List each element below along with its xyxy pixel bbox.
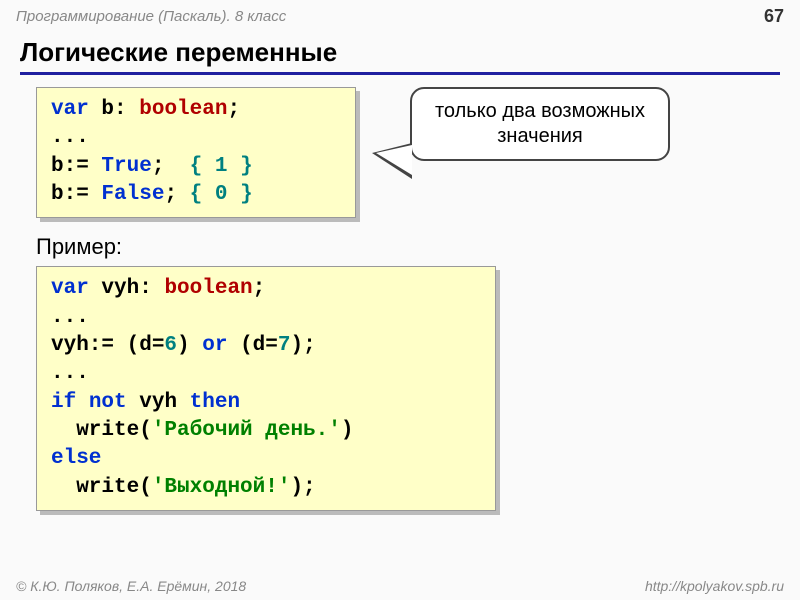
code-text: ) — [341, 419, 354, 442]
course-label: Программирование (Паскаль). 8 класс — [16, 8, 286, 25]
code-text: vyh:= (d= — [51, 334, 164, 357]
code-text: write( — [51, 476, 152, 499]
code-text: ; — [164, 183, 189, 206]
code-text: b: — [89, 98, 139, 121]
keyword-boolean: boolean — [164, 277, 252, 300]
code-text: ; — [152, 155, 190, 178]
keyword-then: then — [190, 391, 240, 414]
code-block-2: var vyh: boolean; ... vyh:= (d=6) or (d=… — [36, 266, 496, 511]
code-text: b:= — [51, 155, 101, 178]
example-label: Пример: — [36, 234, 772, 260]
code-text: ); — [291, 334, 316, 357]
keyword-var: var — [51, 277, 89, 300]
code-text: ) — [177, 334, 202, 357]
code-text: vyh: — [89, 277, 165, 300]
keyword-boolean: boolean — [139, 98, 227, 121]
slide-header: Программирование (Паскаль). 8 класс 67 — [0, 0, 800, 29]
string-literal: 'Выходной!' — [152, 476, 291, 499]
number-literal: 7 — [278, 334, 291, 357]
keyword-else: else — [51, 447, 101, 470]
code-text: ... — [51, 126, 89, 149]
credits: © К.Ю. Поляков, Е.А. Ерёмин, 2018 — [16, 578, 246, 594]
comment: { 0 } — [190, 183, 253, 206]
callout-bubble: только два возможных значения — [410, 87, 670, 161]
string-literal: 'Рабочий день.' — [152, 419, 341, 442]
code-text: ); — [290, 476, 315, 499]
number-literal: 6 — [164, 334, 177, 357]
code-block-1: var b: boolean; ... b:= True; { 1 } b:= … — [36, 87, 356, 218]
code-text: write( — [51, 419, 152, 442]
keyword-not: not — [89, 391, 127, 414]
slide-footer: © К.Ю. Поляков, Е.А. Ерёмин, 2018 http:/… — [0, 578, 800, 594]
code-text: ... — [51, 306, 89, 329]
code-text: (d= — [227, 334, 277, 357]
code-text: ; — [253, 277, 266, 300]
keyword-or: or — [202, 334, 227, 357]
comment: { 1 } — [190, 155, 253, 178]
code-text: ; — [227, 98, 240, 121]
code-text: ... — [51, 362, 89, 385]
code-text: b:= — [51, 183, 101, 206]
keyword-var: var — [51, 98, 89, 121]
keyword-false: False — [101, 183, 164, 206]
slide-content: var b: boolean; ... b:= True; { 1 } b:= … — [0, 77, 800, 511]
keyword-true: True — [101, 155, 151, 178]
callout-text: только два возможных значения — [410, 87, 670, 161]
code-text — [76, 391, 89, 414]
footer-url: http://kpolyakov.spb.ru — [645, 578, 784, 594]
slide-title: Логические переменные — [20, 37, 780, 75]
keyword-if: if — [51, 391, 76, 414]
code-text: vyh — [127, 391, 190, 414]
page-number: 67 — [764, 6, 784, 27]
